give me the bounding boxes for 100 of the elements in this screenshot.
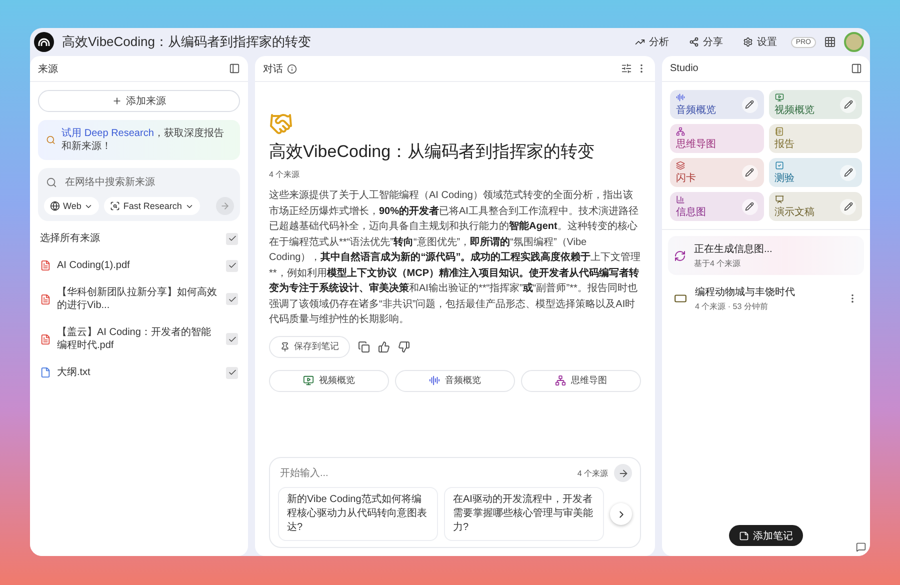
app-logo (34, 32, 54, 52)
quick-action-button[interactable]: 思维导图 (521, 370, 641, 392)
tile-label: 思维导图 (676, 138, 717, 150)
studio-tile[interactable]: 信息图 (670, 192, 764, 221)
quick-action-button[interactable]: 视频概览 (269, 370, 389, 392)
checkbox[interactable] (226, 366, 238, 378)
source-name[interactable]: 【华科创新团队拉新分享】如何高效的进行Vib... (57, 286, 220, 312)
tile-label: 测验 (774, 172, 796, 184)
studio-tile[interactable]: 报告 (768, 124, 862, 153)
checkbox[interactable] (226, 232, 238, 244)
note-icon (739, 530, 749, 540)
panel-toggle-icon[interactable] (851, 63, 862, 74)
refresh-icon (674, 250, 686, 262)
sliders-icon[interactable] (621, 63, 632, 74)
copy-icon[interactable] (358, 340, 370, 352)
studio-tile[interactable]: 闪卡 (670, 158, 764, 187)
pencil-icon (844, 100, 852, 109)
check-icon (228, 294, 236, 304)
quick-action-button[interactable]: 音频概览 (395, 370, 515, 392)
check-icon (228, 261, 236, 270)
tile-label: 闪卡 (676, 172, 697, 184)
toolbar-button[interactable]: 分析 (628, 32, 675, 52)
filter-chip[interactable]: Fast Research (104, 197, 200, 215)
text-file-icon (40, 367, 51, 378)
source-count: 4 个来源 (577, 468, 608, 478)
panel-toggle-icon[interactable] (229, 63, 240, 74)
trend-icon (634, 37, 645, 47)
add-note-button[interactable]: 添加笔记 (729, 525, 803, 546)
filter-chip[interactable]: Web (44, 197, 100, 215)
notebook-heading: 高效VibeCoding：从编码者到指挥家的转变 (269, 141, 596, 163)
summary-paragraph: 这些来源提供了关于人工智能编程（AI Coding）领域范式转变的全面分析，指出该市场正经历爆炸式增长，90%的开发者已将AI工具整合到工作流程中。技术演进路径已超越基础代码补全，迈向具备自主规划和执行能力的智能Agent。这种转变的核心在于编程范式从**“语法优先”转向“意图优先”，即所谓的“氛围编程”（Vibe Coding），其中自然语言成为新的“源代码”。成功的工程实践高度依赖于上下文管理**，例如利用模型上下文协议（MCP）精准注入项目知识。使开发者从代码编写者转变为专注于系统设计、审美决策和AI输出验证的**“指挥家”或“副普师”**。报告同时也强调了该领域仍存在诸多“非共识”问题，包括最佳产品形态、模型选择策略以及AI时代码质量与维护性的长期影响。 (269, 188, 641, 327)
note-meta: 基于4 个来源 (694, 258, 742, 269)
cards-icon (676, 160, 685, 170)
pdf-file-icon (40, 334, 51, 344)
send-button[interactable] (614, 464, 632, 482)
handshake-icon (269, 112, 293, 136)
source-count: 4 个来源 (269, 169, 301, 180)
slides-icon (774, 194, 784, 204)
note-item[interactable]: 编程动物城与丰饶时代 4 个来源 · 53 分钟前 (668, 279, 864, 318)
pdf-file-icon (40, 260, 51, 271)
checkbox[interactable] (226, 333, 238, 345)
panel-title: 对话 (263, 62, 283, 76)
studio-tile[interactable]: 演示文稿 (768, 192, 862, 221)
toolbar-button[interactable]: 分享 (682, 32, 729, 52)
bar-chart-icon (676, 194, 685, 204)
search-sparkle-icon (110, 201, 120, 211)
pencil-icon (745, 168, 754, 177)
edit-button[interactable] (840, 198, 856, 214)
generating-item[interactable]: 正在生成信息图... 基于4 个来源 (668, 236, 864, 275)
check-icon (228, 234, 236, 243)
deep-research-link[interactable]: 试用 Deep Research (62, 128, 154, 139)
chat-input[interactable]: 开始输入... (278, 466, 572, 480)
tile-label: 演示文稿 (774, 206, 816, 218)
pencil-icon (745, 100, 754, 109)
search-field[interactable]: 在网络中搜索新来源 (63, 176, 232, 189)
pencil-icon (844, 202, 852, 211)
note-meta: 4 个来源 · 53 分钟前 (695, 301, 769, 312)
globe-icon (50, 201, 60, 211)
quiz-icon (774, 160, 784, 170)
select-all-label: 选择所有来源 (40, 232, 101, 245)
edit-button[interactable] (840, 96, 856, 112)
thumbs-down-icon[interactable] (398, 340, 410, 352)
source-name[interactable]: 【盖云】AI Coding：开发者的智能编程时代.pdf (57, 326, 220, 352)
video-icon (774, 92, 784, 102)
save-to-note-button[interactable]: 保存到笔记 (269, 336, 350, 358)
tile-label: 报告 (774, 138, 796, 150)
chat-bubble-icon[interactable] (856, 542, 866, 552)
studio-tile[interactable]: 音频概览 (670, 90, 764, 119)
edit-button[interactable] (742, 164, 758, 180)
source-name[interactable]: AI Coding(1).pdf (57, 259, 220, 272)
edit-button[interactable] (840, 164, 856, 180)
studio-tile[interactable]: 测验 (768, 158, 862, 187)
edit-button[interactable] (742, 96, 758, 112)
thumbs-up-icon[interactable] (378, 340, 390, 352)
share-icon (688, 37, 699, 47)
mind-map-icon (676, 126, 685, 136)
toolbar-button[interactable]: 设置 (736, 32, 783, 52)
studio-tile[interactable]: 思维导图 (670, 124, 764, 153)
pencil-icon (745, 202, 754, 211)
source-name[interactable]: 大纲.txt (57, 366, 220, 379)
tile-label: 音频概览 (676, 104, 717, 116)
pdf-file-icon (40, 294, 51, 304)
arrow-right-icon (220, 201, 230, 211)
search-icon (46, 177, 57, 188)
audio-wave-icon (676, 92, 685, 102)
add-source-button[interactable]: 添加来源 (38, 90, 240, 112)
pencil-icon (844, 168, 852, 177)
checkbox[interactable] (226, 293, 238, 305)
audio-wave-icon (429, 375, 440, 386)
panel-title: 来源 (38, 62, 58, 76)
plus-icon (112, 96, 122, 106)
studio-tile[interactable]: 视频概览 (768, 90, 862, 119)
tile-label: 信息图 (676, 206, 707, 218)
apps-grid-icon[interactable] (824, 36, 836, 48)
check-icon (228, 334, 236, 344)
checkbox[interactable] (226, 260, 238, 272)
suggested-question[interactable]: 新的Vibe Coding范式如何将编程核心驱动力从代码转向意图表达? (278, 487, 438, 541)
suggested-question[interactable]: 在AI驱动的开发流程中，开发者需要掌握哪些核心管理与审美能力? (444, 487, 604, 541)
edit-button[interactable] (742, 198, 758, 214)
slides-icon (674, 292, 687, 305)
